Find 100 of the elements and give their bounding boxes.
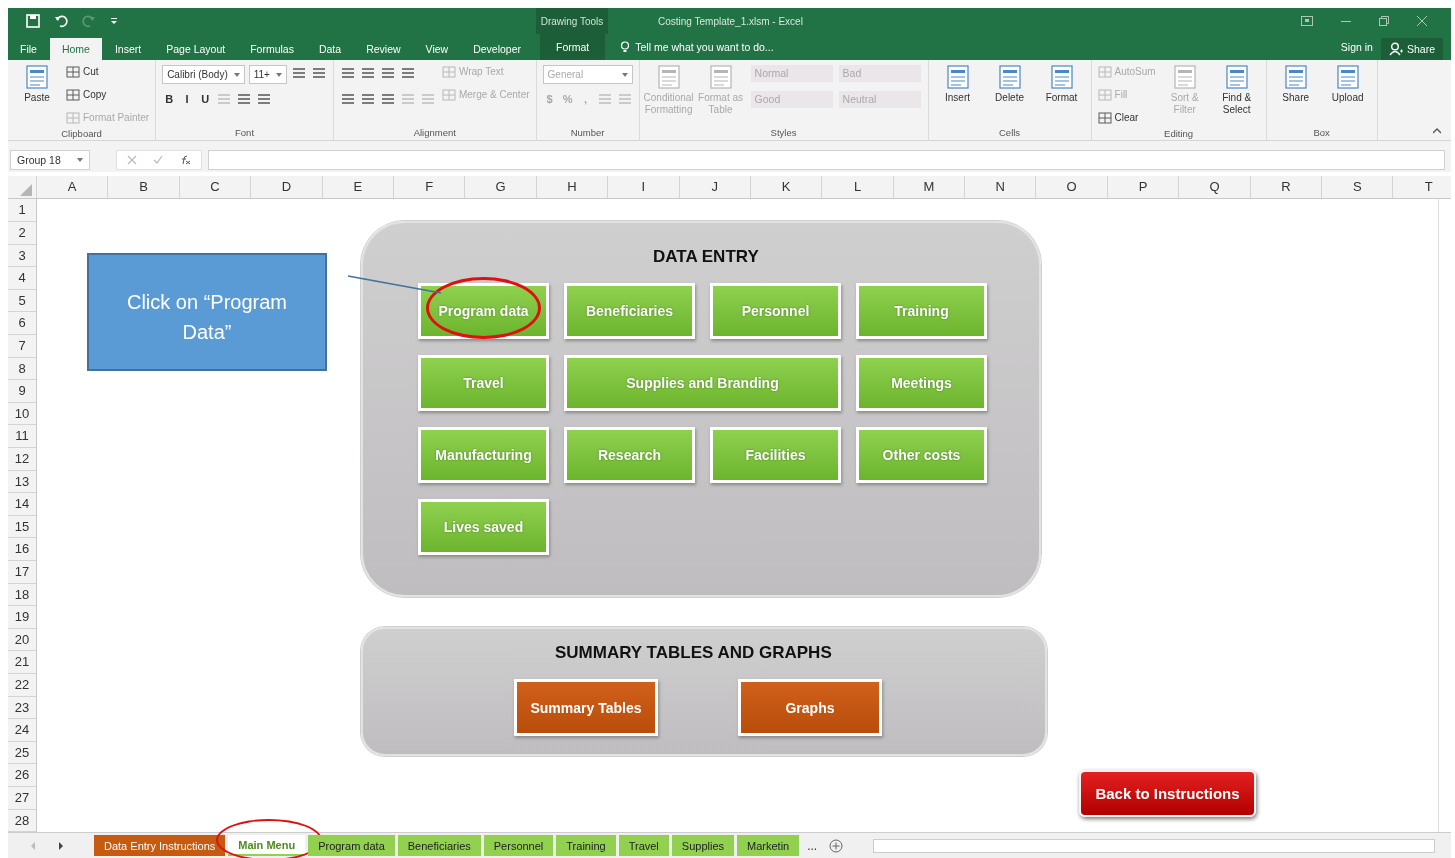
- column-header[interactable]: I: [607, 176, 679, 199]
- lines-icon[interactable]: [379, 92, 396, 106]
- ribbon-tab[interactable]: Developer: [461, 38, 533, 60]
- row-header[interactable]: 24: [8, 719, 36, 742]
- formula-field[interactable]: [208, 149, 1445, 170]
- column-header[interactable]: R: [1249, 176, 1322, 199]
- row-header[interactable]: 17: [8, 561, 36, 584]
- save-icon[interactable]: [26, 14, 40, 28]
- row-header[interactable]: 3: [8, 244, 36, 268]
- lines-icon[interactable]: [399, 66, 416, 80]
- column-header[interactable]: T: [1392, 176, 1451, 199]
- row-header[interactable]: 11: [8, 425, 36, 448]
- column-header[interactable]: E: [321, 176, 393, 199]
- text-style-button[interactable]: B: [162, 93, 177, 105]
- sheet-tab[interactable]: Data Entry Instructions: [94, 835, 226, 857]
- row-header[interactable]: 7: [8, 335, 36, 358]
- lines-icon[interactable]: [236, 92, 253, 106]
- column-header[interactable]: L: [821, 176, 893, 199]
- lines-icon[interactable]: [339, 66, 356, 80]
- sign-in-link[interactable]: Sign in: [1332, 34, 1381, 60]
- ribbon-button[interactable]: Format: [1038, 62, 1085, 104]
- text-style-button[interactable]: U: [198, 93, 213, 105]
- row-header[interactable]: 15: [8, 515, 36, 539]
- ribbon-button[interactable]: Delete: [986, 62, 1033, 104]
- column-header[interactable]: C: [178, 176, 251, 199]
- cancel-icon[interactable]: [127, 154, 137, 165]
- ribbon-button[interactable]: Paste: [14, 62, 60, 104]
- name-box[interactable]: Group 18: [10, 149, 90, 170]
- ribbon-tab[interactable]: Formulas: [238, 38, 306, 60]
- column-header[interactable]: G: [464, 176, 536, 199]
- column-header[interactable]: P: [1106, 176, 1179, 199]
- ribbon-button[interactable]: Copy: [66, 85, 150, 104]
- sheet-tab[interactable]: Travel: [618, 835, 669, 857]
- tell-me-field[interactable]: Tell me what you want to do...: [620, 34, 1333, 60]
- undo-icon[interactable]: [54, 14, 68, 28]
- ribbon-tab[interactable]: Page Layout: [154, 38, 238, 60]
- lines-icon[interactable]: [310, 66, 327, 80]
- column-header[interactable]: F: [392, 176, 465, 199]
- restore-icon[interactable]: [1379, 16, 1389, 26]
- row-header[interactable]: 19: [8, 606, 36, 629]
- ribbon-button[interactable]: Clear: [1097, 108, 1156, 127]
- row-header[interactable]: 2: [8, 222, 36, 245]
- close-icon[interactable]: [1417, 16, 1427, 26]
- column-header[interactable]: D: [250, 176, 322, 199]
- column-header[interactable]: N: [964, 176, 1036, 199]
- row-header[interactable]: 13: [8, 470, 36, 494]
- row-header[interactable]: 18: [8, 583, 36, 607]
- lines-icon[interactable]: [256, 92, 273, 106]
- column-header[interactable]: J: [678, 176, 750, 199]
- back-button[interactable]: Back to Instructions: [1079, 770, 1256, 818]
- dropdown-field[interactable]: 11+: [248, 65, 287, 84]
- row-header[interactable]: 20: [8, 628, 36, 652]
- row-header[interactable]: 26: [8, 764, 36, 787]
- row-header[interactable]: 21: [8, 651, 36, 674]
- ribbon-tab[interactable]: Insert: [102, 38, 154, 60]
- lines-icon[interactable]: [379, 66, 396, 80]
- row-header[interactable]: 1: [8, 199, 36, 223]
- row-header[interactable]: 5: [8, 289, 36, 313]
- sheet-tab[interactable]: Program data: [308, 835, 395, 857]
- ribbon-tab[interactable]: Data: [306, 38, 354, 60]
- row-header[interactable]: 12: [8, 448, 36, 471]
- column-header[interactable]: O: [1035, 176, 1107, 199]
- row-header[interactable]: 9: [8, 380, 36, 403]
- sheet-tab[interactable]: Supplies: [671, 835, 734, 857]
- column-header[interactable]: K: [749, 176, 822, 199]
- ribbon-button[interactable]: Share: [1272, 62, 1319, 104]
- ribbon-tab[interactable]: File: [8, 38, 49, 60]
- redo-icon[interactable]: [82, 14, 96, 28]
- share-button[interactable]: Share: [1380, 38, 1443, 60]
- ribbon-button[interactable]: Find & Select: [1213, 62, 1260, 116]
- row-header[interactable]: 16: [8, 538, 36, 561]
- row-header[interactable]: 10: [8, 402, 36, 426]
- horizontal-scrollbar[interactable]: [873, 838, 1435, 853]
- more-tabs-button[interactable]: ...: [807, 838, 818, 853]
- ribbon-tab[interactable]: View: [413, 38, 461, 60]
- scroll-right-icon[interactable]: [58, 841, 64, 850]
- sheet-tab[interactable]: Beneficiaries: [397, 835, 481, 857]
- customize-icon[interactable]: [110, 17, 118, 25]
- dropdown-field[interactable]: Calibri (Body): [162, 65, 245, 84]
- column-header[interactable]: A: [36, 176, 108, 199]
- row-header[interactable]: 4: [8, 267, 36, 290]
- column-header[interactable]: S: [1321, 176, 1393, 199]
- column-header[interactable]: M: [892, 176, 965, 199]
- ribbon-tab[interactable]: Review: [354, 38, 413, 60]
- function-icon[interactable]: [179, 154, 191, 165]
- sheet-button[interactable]: Graphs: [738, 679, 882, 737]
- sheet-button[interactable]: Summary Tables: [514, 679, 658, 737]
- lines-icon[interactable]: [359, 66, 376, 80]
- sheet-tab[interactable]: Marketin: [737, 835, 800, 857]
- row-header[interactable]: 8: [8, 357, 36, 381]
- sheet-tab[interactable]: Main Menu: [228, 835, 306, 857]
- ribbon-button[interactable]: Insert: [934, 62, 981, 104]
- lines-icon[interactable]: [359, 92, 376, 106]
- check-icon[interactable]: [153, 154, 163, 165]
- row-header[interactable]: 25: [8, 741, 36, 765]
- row-header[interactable]: 22: [8, 673, 36, 697]
- ribbon-display-icon[interactable]: [1301, 16, 1313, 26]
- ribbon-tab[interactable]: Home: [49, 38, 102, 60]
- column-header[interactable]: H: [535, 176, 608, 199]
- ribbon-tab[interactable]: Format: [540, 34, 606, 60]
